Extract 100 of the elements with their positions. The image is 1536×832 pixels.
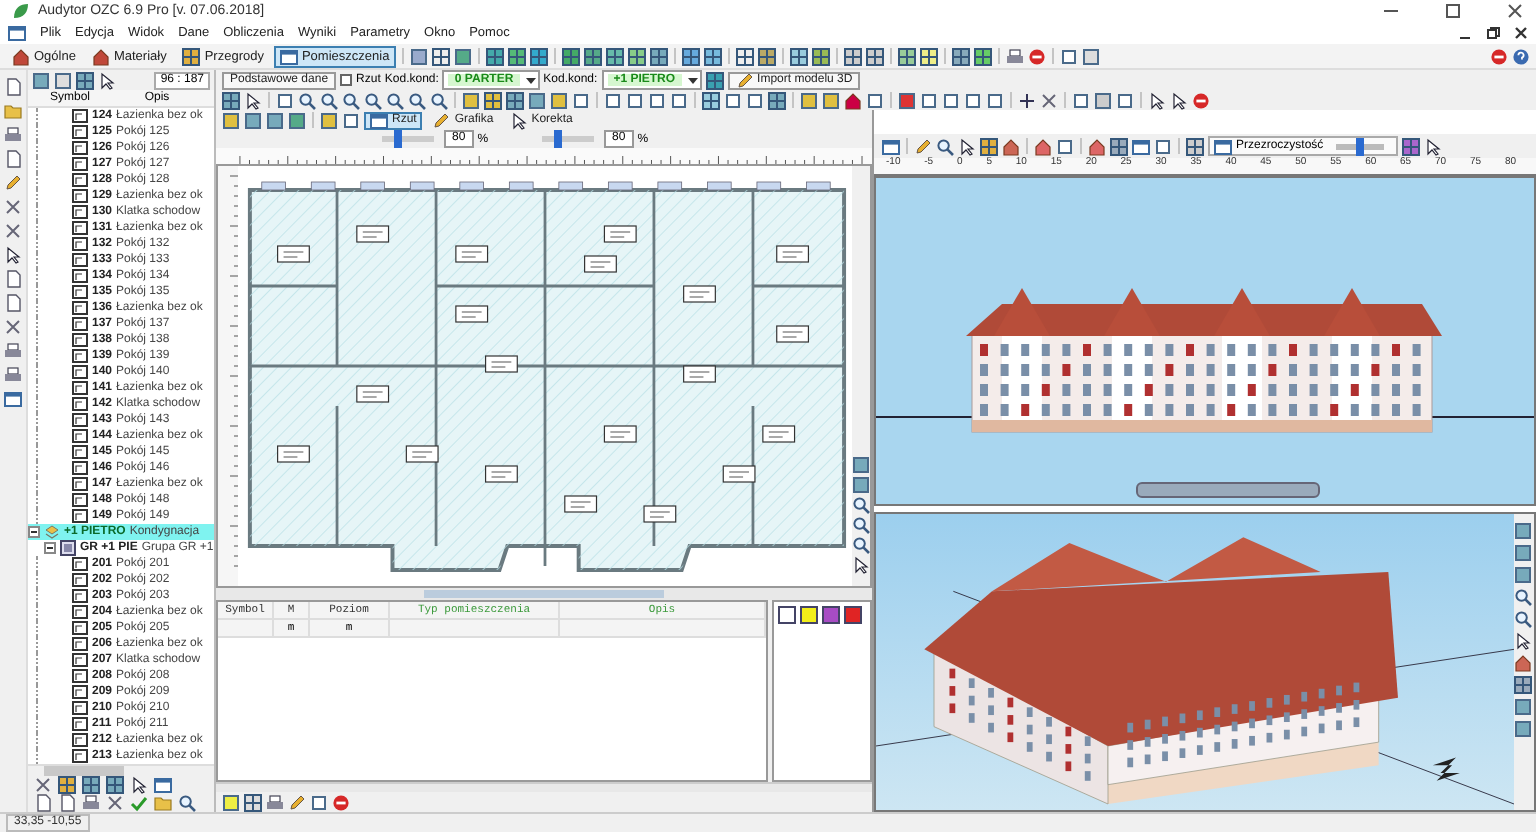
window-icon[interactable]: [370, 111, 388, 129]
grid-icon[interactable]: [431, 47, 450, 65]
grid-icon[interactable]: [82, 776, 100, 794]
printer-icon[interactable]: [4, 366, 22, 384]
window-icon[interactable]: [279, 47, 298, 65]
square-icon[interactable]: [852, 456, 870, 474]
square-icon[interactable]: [852, 476, 870, 494]
slider-thumb[interactable]: [393, 130, 402, 148]
window-icon[interactable]: [1214, 137, 1232, 155]
magnifier-icon[interactable]: [852, 536, 870, 554]
grid-icon[interactable]: [485, 47, 504, 65]
pencil-icon[interactable]: [4, 174, 22, 192]
square-icon[interactable]: [822, 91, 840, 109]
grid-icon[interactable]: [681, 47, 700, 65]
square-outline-icon[interactable]: [1056, 137, 1074, 155]
magnifier-icon[interactable]: [430, 91, 448, 109]
window-icon[interactable]: [882, 137, 900, 155]
grid-icon[interactable]: [507, 47, 526, 65]
close-icon[interactable]: [1506, 2, 1524, 20]
square-icon[interactable]: [453, 47, 472, 65]
magnifier-icon[interactable]: [364, 91, 382, 109]
grid-icon[interactable]: [811, 47, 830, 65]
square-outline-icon[interactable]: [310, 793, 328, 811]
square-icon[interactable]: [222, 111, 240, 129]
square-outline-icon[interactable]: [1154, 137, 1172, 155]
grid-icon[interactable]: [583, 47, 602, 65]
cross-icon[interactable]: [106, 794, 124, 812]
close-icon[interactable]: [1514, 26, 1528, 40]
square-icon[interactable]: [462, 91, 480, 109]
cursor-icon[interactable]: [509, 111, 528, 129]
grid-icon[interactable]: [702, 91, 720, 109]
grid-icon[interactable]: [529, 47, 548, 65]
color-swatch[interactable]: [844, 606, 862, 624]
scrollbar[interactable]: [216, 588, 872, 600]
printer-icon[interactable]: [82, 794, 100, 812]
grid-icon[interactable]: [244, 793, 262, 811]
grid-icon[interactable]: [919, 47, 938, 65]
square-icon[interactable]: [266, 111, 284, 129]
square-icon[interactable]: [1514, 544, 1532, 562]
grid-icon[interactable]: [973, 47, 992, 65]
cross-icon[interactable]: [4, 318, 22, 336]
square-icon[interactable]: [898, 91, 916, 109]
window-icon[interactable]: [154, 776, 172, 794]
grid-icon[interactable]: [951, 47, 970, 65]
cursor-icon[interactable]: [244, 91, 262, 109]
checkbox[interactable]: [340, 74, 353, 86]
grid-icon[interactable]: [843, 47, 862, 65]
square-icon[interactable]: [32, 71, 50, 89]
square-icon[interactable]: [1094, 91, 1112, 109]
printer-icon[interactable]: [266, 793, 284, 811]
scrollbar[interactable]: [216, 782, 872, 792]
square-outline-icon[interactable]: [1059, 47, 1078, 65]
minus-box-icon[interactable]: [28, 526, 40, 538]
square-icon[interactable]: [800, 91, 818, 109]
grid-icon[interactable]: [789, 47, 808, 65]
grid-icon[interactable]: [484, 91, 502, 109]
grid-icon[interactable]: [897, 47, 916, 65]
grid-icon[interactable]: [705, 71, 724, 89]
document-icon[interactable]: [4, 150, 22, 168]
cross-icon[interactable]: [4, 198, 22, 216]
square-icon[interactable]: [1514, 720, 1532, 738]
magnifier-icon[interactable]: [852, 496, 870, 514]
cursor-icon[interactable]: [958, 137, 976, 155]
square-icon[interactable]: [320, 111, 338, 129]
cursor-icon[interactable]: [98, 71, 116, 89]
window-icon[interactable]: [4, 390, 22, 408]
maximize-icon[interactable]: [1444, 2, 1462, 20]
grid-icon[interactable]: [627, 47, 646, 65]
color-swatch[interactable]: [822, 606, 840, 624]
grid-icon[interactable]: [735, 47, 754, 65]
square-icon[interactable]: [1514, 522, 1532, 540]
square-icon[interactable]: [528, 91, 546, 109]
cross-icon[interactable]: [4, 222, 22, 240]
magnifier-icon[interactable]: [342, 91, 360, 109]
magnifier-icon[interactable]: [936, 137, 954, 155]
restore-icon[interactable]: [1486, 26, 1500, 40]
grid-icon[interactable]: [76, 71, 94, 89]
grid-icon[interactable]: [649, 47, 668, 65]
grid-icon[interactable]: [980, 137, 998, 155]
magnifier-icon[interactable]: [178, 794, 196, 812]
cursor-icon[interactable]: [4, 246, 22, 264]
slider-thumb[interactable]: [553, 130, 562, 148]
grid-icon[interactable]: [757, 47, 776, 65]
grid-icon[interactable]: [106, 776, 124, 794]
plus-icon[interactable]: [1018, 91, 1036, 109]
slider[interactable]: [382, 136, 434, 142]
printer-icon[interactable]: [4, 342, 22, 360]
no-entry-icon[interactable]: [1490, 47, 1508, 65]
square-outline-icon[interactable]: [1116, 91, 1134, 109]
minus-box-icon[interactable]: [44, 542, 56, 554]
square-icon[interactable]: [550, 91, 568, 109]
printer-icon[interactable]: [4, 126, 22, 144]
square-outline-icon[interactable]: [866, 91, 884, 109]
grid-icon[interactable]: [703, 47, 722, 65]
magnifier-icon[interactable]: [298, 91, 316, 109]
cross-icon[interactable]: [1040, 91, 1058, 109]
grid-icon[interactable]: [1186, 137, 1204, 155]
square-outline-icon[interactable]: [1072, 91, 1090, 109]
printer-icon[interactable]: [1005, 47, 1024, 65]
cursor-icon[interactable]: [1514, 632, 1532, 650]
